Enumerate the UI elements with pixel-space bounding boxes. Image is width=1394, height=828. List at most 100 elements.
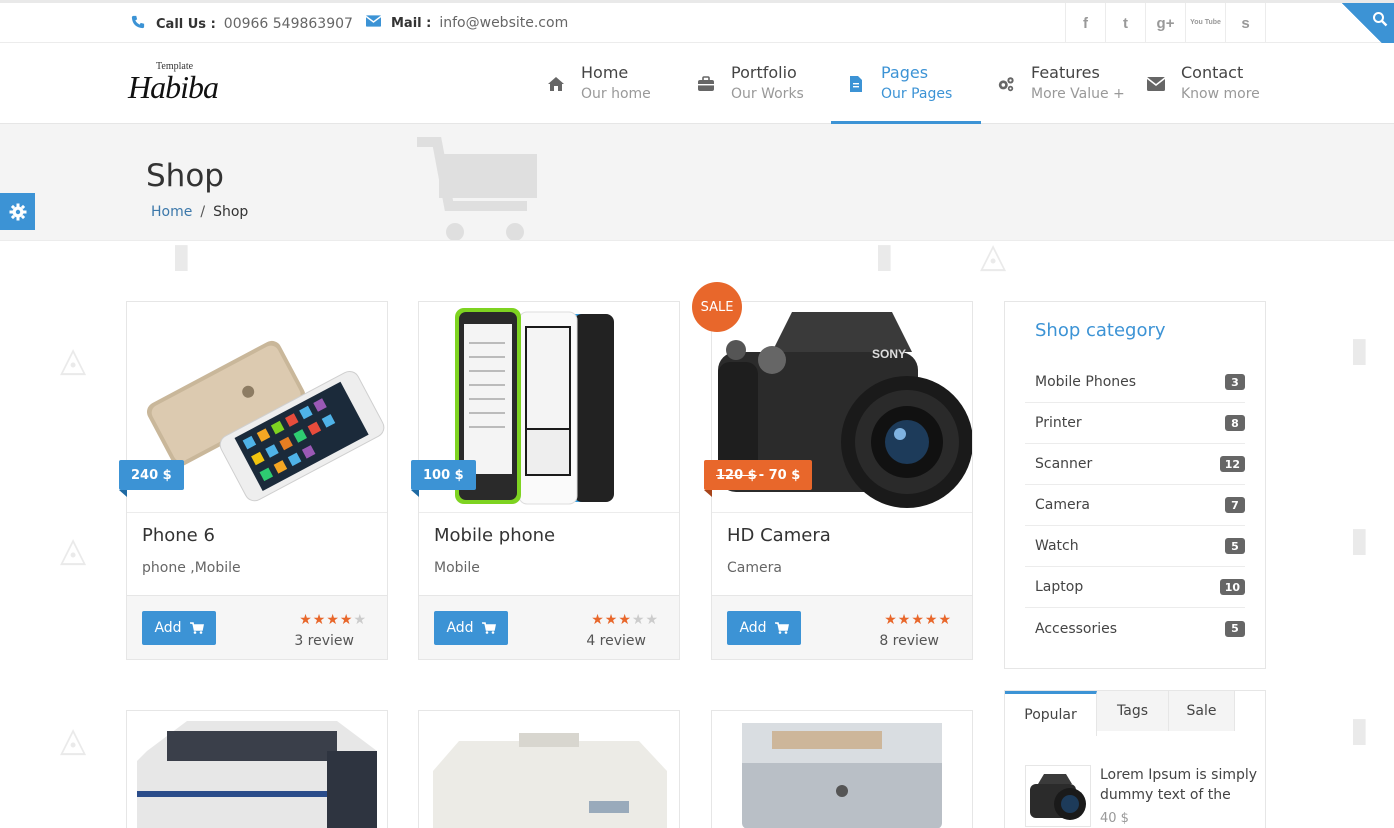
- review-count[interactable]: 3 review: [294, 633, 354, 649]
- product-card: 100 $ Mobile phone Mobile Add ★★★★★ 4 re…: [411, 301, 680, 660]
- cart-icon: [481, 622, 496, 634]
- product-name[interactable]: HD Camera: [727, 525, 831, 546]
- nav-title: Contact: [1181, 63, 1244, 82]
- rating-stars: ★★★★★: [884, 612, 952, 628]
- category-item[interactable]: Accessories 5: [1025, 608, 1245, 649]
- product-name[interactable]: Mobile phone: [434, 525, 555, 546]
- mail-value[interactable]: info@website.com: [439, 15, 568, 31]
- product-card: SONY 120 $ - 70 $ HD Camera Camera Add ★★…: [704, 301, 973, 660]
- popular-thumbnail[interactable]: [1025, 765, 1091, 827]
- product-image[interactable]: [419, 711, 679, 828]
- review-count[interactable]: 4 review: [586, 633, 646, 649]
- share-icon: ◬: [980, 236, 1007, 276]
- tabs-widget: Popular Tags Sale Lorem Ipsum is simply …: [1004, 690, 1266, 828]
- home-icon: [547, 75, 565, 93]
- category-name: Laptop: [1035, 579, 1084, 595]
- add-to-cart-button[interactable]: Add: [434, 611, 508, 645]
- tab-tags[interactable]: Tags: [1097, 691, 1169, 731]
- nav-item-portfolio[interactable]: Portfolio Our Works: [681, 43, 831, 124]
- category-item[interactable]: Printer 8: [1025, 403, 1245, 444]
- bar-chart-icon: ▮: [1350, 520, 1369, 560]
- nav-item-contact[interactable]: Contact Know more: [1131, 43, 1281, 124]
- category-item[interactable]: Watch 5: [1025, 526, 1245, 567]
- share-icon: ◬: [60, 720, 87, 760]
- nav-title: Home: [581, 63, 629, 82]
- tab-sale[interactable]: Sale: [1169, 691, 1235, 731]
- skype-icon[interactable]: s: [1226, 3, 1266, 43]
- count-badge: 7: [1225, 497, 1245, 513]
- nav-subtitle: Our Pages: [881, 86, 953, 102]
- tab-popular[interactable]: Popular: [1005, 691, 1097, 736]
- bar-chart-icon: ▮: [1350, 330, 1369, 370]
- category-name: Printer: [1035, 415, 1082, 431]
- document-icon: [847, 75, 865, 93]
- add-label: Add: [739, 620, 767, 636]
- count-badge: 5: [1225, 538, 1245, 554]
- add-label: Add: [154, 620, 182, 636]
- count-badge: 10: [1219, 579, 1245, 595]
- count-badge: 8: [1225, 415, 1245, 431]
- phone-icon: [130, 15, 146, 33]
- product-footer: Add ★★★★★ 8 review: [712, 595, 972, 659]
- shop-category-widget: Shop category Mobile Phones 3 Printer 8 Sc…: [1004, 301, 1266, 669]
- breadcrumb-current: Shop: [213, 204, 249, 220]
- search-icon: [1373, 12, 1388, 27]
- youtube-icon[interactable]: You Tube: [1186, 3, 1226, 43]
- category-item[interactable]: Camera 7: [1025, 485, 1245, 526]
- category-item[interactable]: Mobile Phones 3: [1025, 362, 1245, 403]
- gear-icon: [9, 203, 26, 220]
- logo-text: Habiba: [128, 69, 219, 105]
- nav-item-pages[interactable]: Pages Our Pages: [831, 43, 981, 124]
- product-card: [418, 710, 680, 828]
- count-badge: 3: [1225, 374, 1245, 390]
- product-footer: Add ★★★★★ 4 review: [419, 595, 679, 659]
- twitter-icon[interactable]: t: [1106, 3, 1146, 43]
- breadcrumb: Home / Shop: [151, 204, 248, 220]
- call-value[interactable]: 00966 549863907: [224, 16, 353, 32]
- nav-item-home[interactable]: Home Our home: [531, 43, 681, 124]
- product-image[interactable]: [127, 711, 387, 828]
- cart-icon: [417, 137, 537, 240]
- call-us: Call Us : 00966 549863907: [130, 15, 353, 33]
- bar-chart-icon: ▮: [1350, 710, 1369, 750]
- sale-badge: SALE: [692, 282, 742, 332]
- category-name: Watch: [1035, 538, 1079, 554]
- popular-price: 40 $: [1100, 811, 1129, 826]
- category-name: Camera: [1035, 497, 1090, 513]
- social-links: f t g+ You Tube s: [1065, 3, 1266, 43]
- nav-item-features[interactable]: Features More Value +: [981, 43, 1131, 124]
- logo[interactable]: Template Habiba: [128, 61, 248, 109]
- call-label: Call Us :: [156, 16, 216, 32]
- category-name: Scanner: [1035, 456, 1093, 472]
- settings-toggle-button[interactable]: [0, 193, 35, 230]
- category-item[interactable]: Laptop 10: [1025, 567, 1245, 608]
- cart-icon: [189, 622, 204, 634]
- add-label: Add: [446, 620, 474, 636]
- review-count[interactable]: 8 review: [879, 633, 939, 649]
- product-category[interactable]: phone ,Mobile: [142, 560, 241, 576]
- add-to-cart-button[interactable]: Add: [142, 611, 216, 645]
- main-header: Template Habiba Home Our home Portfolio …: [0, 43, 1394, 124]
- nav-title: Features: [1031, 63, 1100, 82]
- product-card: [711, 710, 973, 828]
- page-title-band: Shop Home / Shop: [0, 124, 1394, 241]
- bar-chart-icon: ▮: [172, 236, 191, 276]
- nav-title: Portfolio: [731, 63, 797, 82]
- widget-title: Shop category: [1035, 320, 1166, 341]
- category-item[interactable]: Scanner 12: [1025, 444, 1245, 485]
- mail: Mail : info@website.com: [365, 15, 568, 31]
- count-badge: 12: [1219, 456, 1245, 472]
- product-footer: Add ★★★★★ 3 review: [127, 595, 387, 659]
- popular-title[interactable]: Lorem Ipsum is simply dummy text of the: [1100, 765, 1260, 805]
- category-list: Mobile Phones 3 Printer 8 Scanner 12 Camera…: [1025, 362, 1245, 649]
- product-category[interactable]: Camera: [727, 560, 782, 576]
- product-image[interactable]: [712, 711, 972, 828]
- facebook-icon[interactable]: f: [1066, 3, 1106, 43]
- product-category[interactable]: Mobile: [434, 560, 480, 576]
- breadcrumb-home[interactable]: Home: [151, 204, 192, 220]
- envelope-icon: [1147, 75, 1165, 93]
- product-name[interactable]: Phone 6: [142, 525, 215, 546]
- google-plus-icon[interactable]: g+: [1146, 3, 1186, 43]
- add-to-cart-button[interactable]: Add: [727, 611, 801, 645]
- breadcrumb-separator: /: [200, 204, 206, 220]
